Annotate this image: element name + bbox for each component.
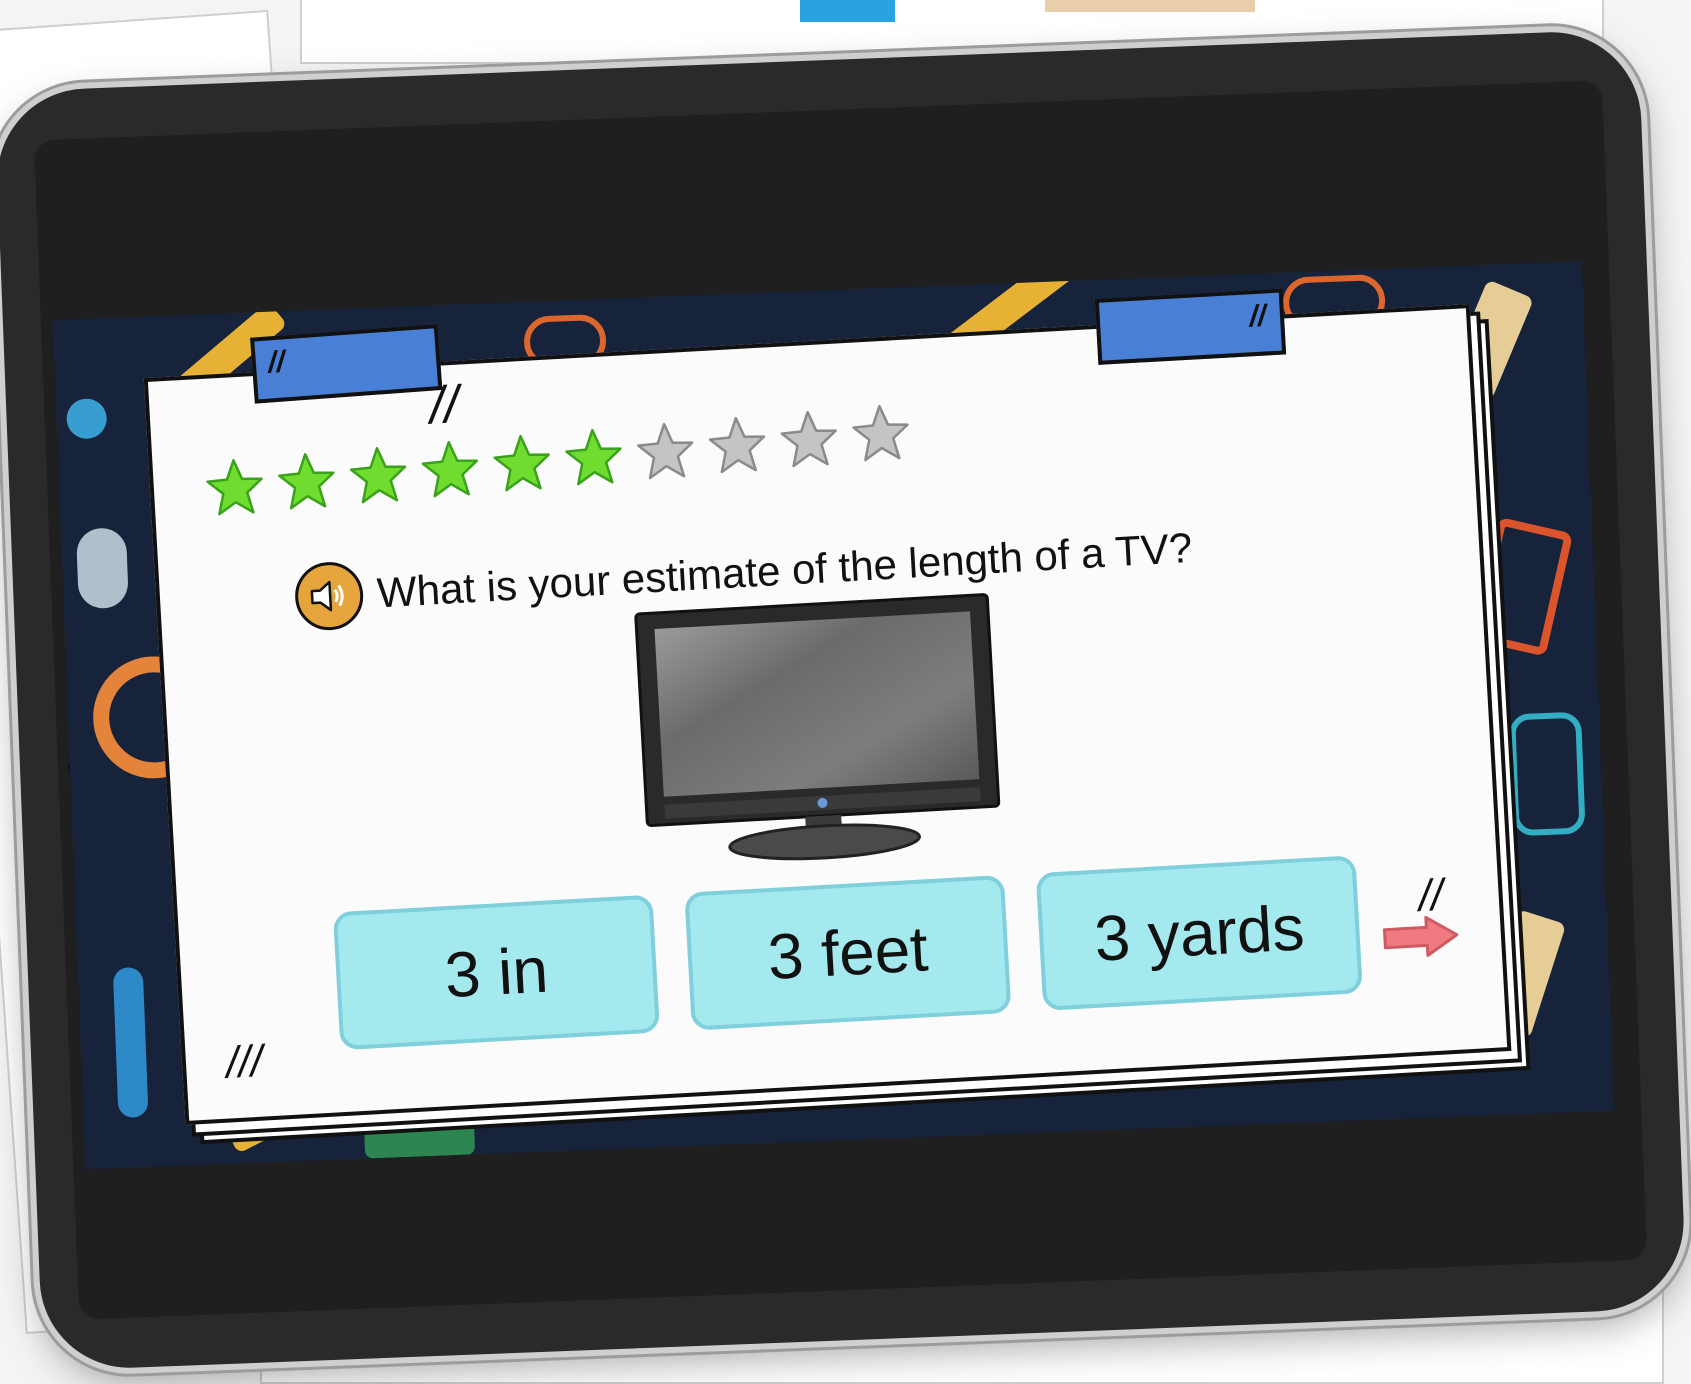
compass-doodle xyxy=(75,527,129,610)
game-area: // // // // /// What is your estimate of… xyxy=(52,261,1615,1170)
thermometer-doodle xyxy=(112,966,149,1119)
tv-image xyxy=(634,593,1001,861)
speaker-button[interactable] xyxy=(293,560,366,632)
tablet-screen: // // // // /// What is your estimate of… xyxy=(33,80,1648,1320)
earned-star-icon xyxy=(565,428,622,486)
earned-star-icon xyxy=(278,453,335,510)
slash-decoration: /// xyxy=(224,1036,265,1088)
slash-decoration: // xyxy=(428,375,461,436)
next-arrow-button[interactable] xyxy=(1380,910,1463,964)
earned-star-icon xyxy=(349,446,407,504)
speaker-icon xyxy=(310,580,344,612)
earned-star-icon xyxy=(206,459,263,516)
earned-star-icon xyxy=(421,440,479,498)
progress-stars xyxy=(202,404,914,521)
empty-star-icon xyxy=(708,416,766,474)
dial-doodle xyxy=(65,397,108,440)
answer-button[interactable]: 3 in xyxy=(332,894,661,1051)
empty-star-icon xyxy=(852,404,909,462)
empty-star-icon xyxy=(780,410,837,468)
answer-button[interactable]: 3 yards xyxy=(1035,855,1363,1011)
answer-options: 3 in 3 feet 3 yards xyxy=(332,855,1363,1051)
tablet-frame: // // // // /// What is your estimate of… xyxy=(0,28,1687,1372)
empty-star-icon xyxy=(636,422,694,480)
answer-button[interactable]: 3 feet xyxy=(684,874,1012,1031)
slash-decoration: // xyxy=(1248,299,1267,334)
background-tan-block xyxy=(1045,0,1255,12)
background-blue-block xyxy=(800,0,895,22)
tape-strip: // xyxy=(250,324,443,404)
triangle-doodle xyxy=(363,1114,476,1159)
tape-strip: // xyxy=(1094,288,1287,365)
question-card: // // // // /// What is your estimate of… xyxy=(143,288,1512,1125)
slash-decoration: // xyxy=(266,345,286,380)
tape-measure-doodle xyxy=(1509,711,1586,837)
earned-star-icon xyxy=(493,434,550,492)
